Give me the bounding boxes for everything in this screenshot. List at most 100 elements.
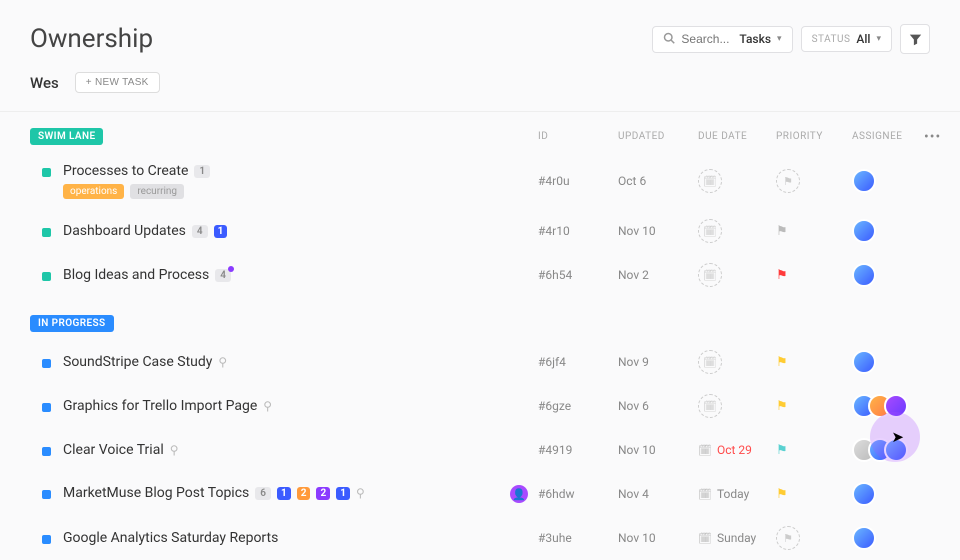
due-date[interactable]: 🗓Sunday	[698, 531, 776, 545]
assignee[interactable]	[852, 482, 924, 506]
group-pill[interactable]: SWIM LANE	[30, 128, 103, 145]
attachment-icon: ⚲	[263, 399, 272, 413]
new-task-button[interactable]: + NEW TASK	[75, 72, 160, 93]
subtask-count: 6	[255, 487, 271, 500]
tag[interactable]: operations	[63, 184, 124, 199]
priority-flag[interactable]: ⚑	[776, 399, 852, 414]
due-date-empty[interactable]: 🗓	[698, 169, 776, 193]
assignee[interactable]	[852, 350, 924, 374]
task-id[interactable]: #3uhe	[538, 531, 618, 545]
priority-empty[interactable]: ⚑	[776, 526, 852, 550]
priority-flag[interactable]: ⚑	[776, 443, 852, 458]
task-title[interactable]: SoundStripe Case Study	[63, 354, 212, 370]
status-dot[interactable]	[42, 359, 51, 368]
flag-icon: ⚑	[776, 443, 788, 458]
tag[interactable]: recurring	[130, 184, 184, 199]
avatar[interactable]	[884, 394, 908, 418]
search-input[interactable]	[681, 32, 733, 46]
search-box[interactable]: Tasks ▾	[652, 26, 792, 53]
task-row[interactable]: Clear Voice Trial ⚲ #4919Nov 10🗓Oct 29⚑	[30, 428, 930, 472]
assignee[interactable]	[852, 438, 924, 462]
task-id[interactable]: #4r0u	[538, 174, 618, 188]
status-label: STATUS	[812, 34, 851, 45]
mention-icon[interactable]: 👤	[510, 485, 528, 503]
filter-button[interactable]	[900, 24, 930, 54]
status-dot[interactable]	[42, 272, 51, 281]
calendar-icon: 🗓	[698, 488, 712, 501]
avatar[interactable]	[852, 526, 876, 550]
task-id[interactable]: #6gze	[538, 399, 618, 413]
calendar-icon: 🗓	[698, 350, 722, 374]
avatar[interactable]	[884, 438, 908, 462]
priority-flag[interactable]: ⚑	[776, 355, 852, 370]
avatar[interactable]	[852, 169, 876, 193]
updated-date: Oct 6	[618, 174, 698, 188]
task-badge: 1	[277, 487, 291, 500]
attachment-icon: ⚲	[356, 486, 365, 500]
priority-flag[interactable]: ⚑	[776, 487, 852, 502]
task-id[interactable]: #6hdw	[538, 487, 618, 501]
task-row[interactable]: Dashboard Updates 41 #4r10Nov 10🗓⚑	[30, 209, 930, 253]
col-assignee[interactable]: ASSIGNEE	[852, 131, 924, 142]
avatar[interactable]	[852, 219, 876, 243]
status-dot[interactable]	[42, 447, 51, 456]
task-title[interactable]: Clear Voice Trial	[63, 442, 164, 458]
attachment-icon: ⚲	[170, 443, 179, 457]
task-row[interactable]: MarketMuse Blog Post Topics 61221⚲ 👤 #6h…	[30, 472, 930, 516]
status-dot[interactable]	[42, 490, 51, 499]
due-date[interactable]: 🗓Today	[698, 487, 776, 501]
assignee[interactable]	[852, 394, 924, 418]
search-scope[interactable]: Tasks	[739, 32, 771, 46]
task-row[interactable]: SoundStripe Case Study ⚲ #6jf4Nov 9🗓⚑	[30, 340, 930, 384]
due-date-empty[interactable]: 🗓	[698, 350, 776, 374]
assignee[interactable]	[852, 169, 924, 193]
assignee[interactable]	[852, 526, 924, 550]
group-pill[interactable]: IN PROGRESS	[30, 315, 114, 332]
task-title[interactable]: Google Analytics Saturday Reports	[63, 530, 278, 546]
task-title[interactable]: Dashboard Updates	[63, 223, 186, 239]
avatar[interactable]	[852, 263, 876, 287]
avatar[interactable]	[852, 482, 876, 506]
task-row[interactable]: Google Analytics Saturday Reports #3uheN…	[30, 516, 930, 560]
due-date-empty[interactable]: 🗓	[698, 263, 776, 287]
task-title[interactable]: Processes to Create	[63, 163, 188, 179]
task-badge: 1	[336, 487, 350, 500]
calendar-icon: 🗓	[698, 444, 712, 457]
due-date-empty[interactable]: 🗓	[698, 394, 776, 418]
task-row[interactable]: Graphics for Trello Import Page ⚲ #6gzeN…	[30, 384, 930, 428]
status-dot[interactable]	[42, 168, 51, 177]
task-row[interactable]: Blog Ideas and Process 4 #6h54Nov 2🗓⚑	[30, 253, 930, 297]
calendar-icon: 🗓	[698, 394, 722, 418]
col-due[interactable]: DUE DATE	[698, 131, 776, 142]
status-dot[interactable]	[42, 403, 51, 412]
calendar-icon: 🗓	[698, 169, 722, 193]
more-columns-button[interactable]: •••	[924, 129, 940, 145]
priority-flag[interactable]: ⚑	[776, 268, 852, 283]
status-dot[interactable]	[42, 228, 51, 237]
task-id[interactable]: #4919	[538, 443, 618, 457]
col-updated[interactable]: UPDATED	[618, 131, 698, 142]
flag-icon: ⚑	[776, 355, 788, 370]
task-id[interactable]: #6h54	[538, 268, 618, 282]
assignee[interactable]	[852, 263, 924, 287]
status-filter[interactable]: STATUS All ▾	[801, 26, 892, 52]
due-date[interactable]: 🗓Oct 29	[698, 443, 776, 457]
chevron-down-icon: ▾	[777, 34, 782, 44]
task-badge: 2	[297, 487, 311, 500]
subtask-count: 4	[192, 225, 208, 238]
col-id[interactable]: ID	[538, 131, 618, 142]
priority-flag[interactable]: ⚑	[776, 224, 852, 239]
col-priority[interactable]: PRIORITY	[776, 131, 852, 142]
priority-empty[interactable]: ⚑	[776, 169, 852, 193]
avatar[interactable]	[852, 350, 876, 374]
assignee[interactable]	[852, 219, 924, 243]
calendar-icon: 🗓	[698, 532, 712, 545]
task-title[interactable]: Graphics for Trello Import Page	[63, 398, 257, 414]
task-row[interactable]: Processes to Create 1 operationsrecurrin…	[30, 153, 930, 209]
task-title[interactable]: MarketMuse Blog Post Topics	[63, 485, 249, 501]
due-date-empty[interactable]: 🗓	[698, 219, 776, 243]
task-title[interactable]: Blog Ideas and Process	[63, 267, 209, 283]
task-id[interactable]: #6jf4	[538, 355, 618, 369]
task-id[interactable]: #4r10	[538, 224, 618, 238]
updated-date: Nov 10	[618, 224, 698, 238]
